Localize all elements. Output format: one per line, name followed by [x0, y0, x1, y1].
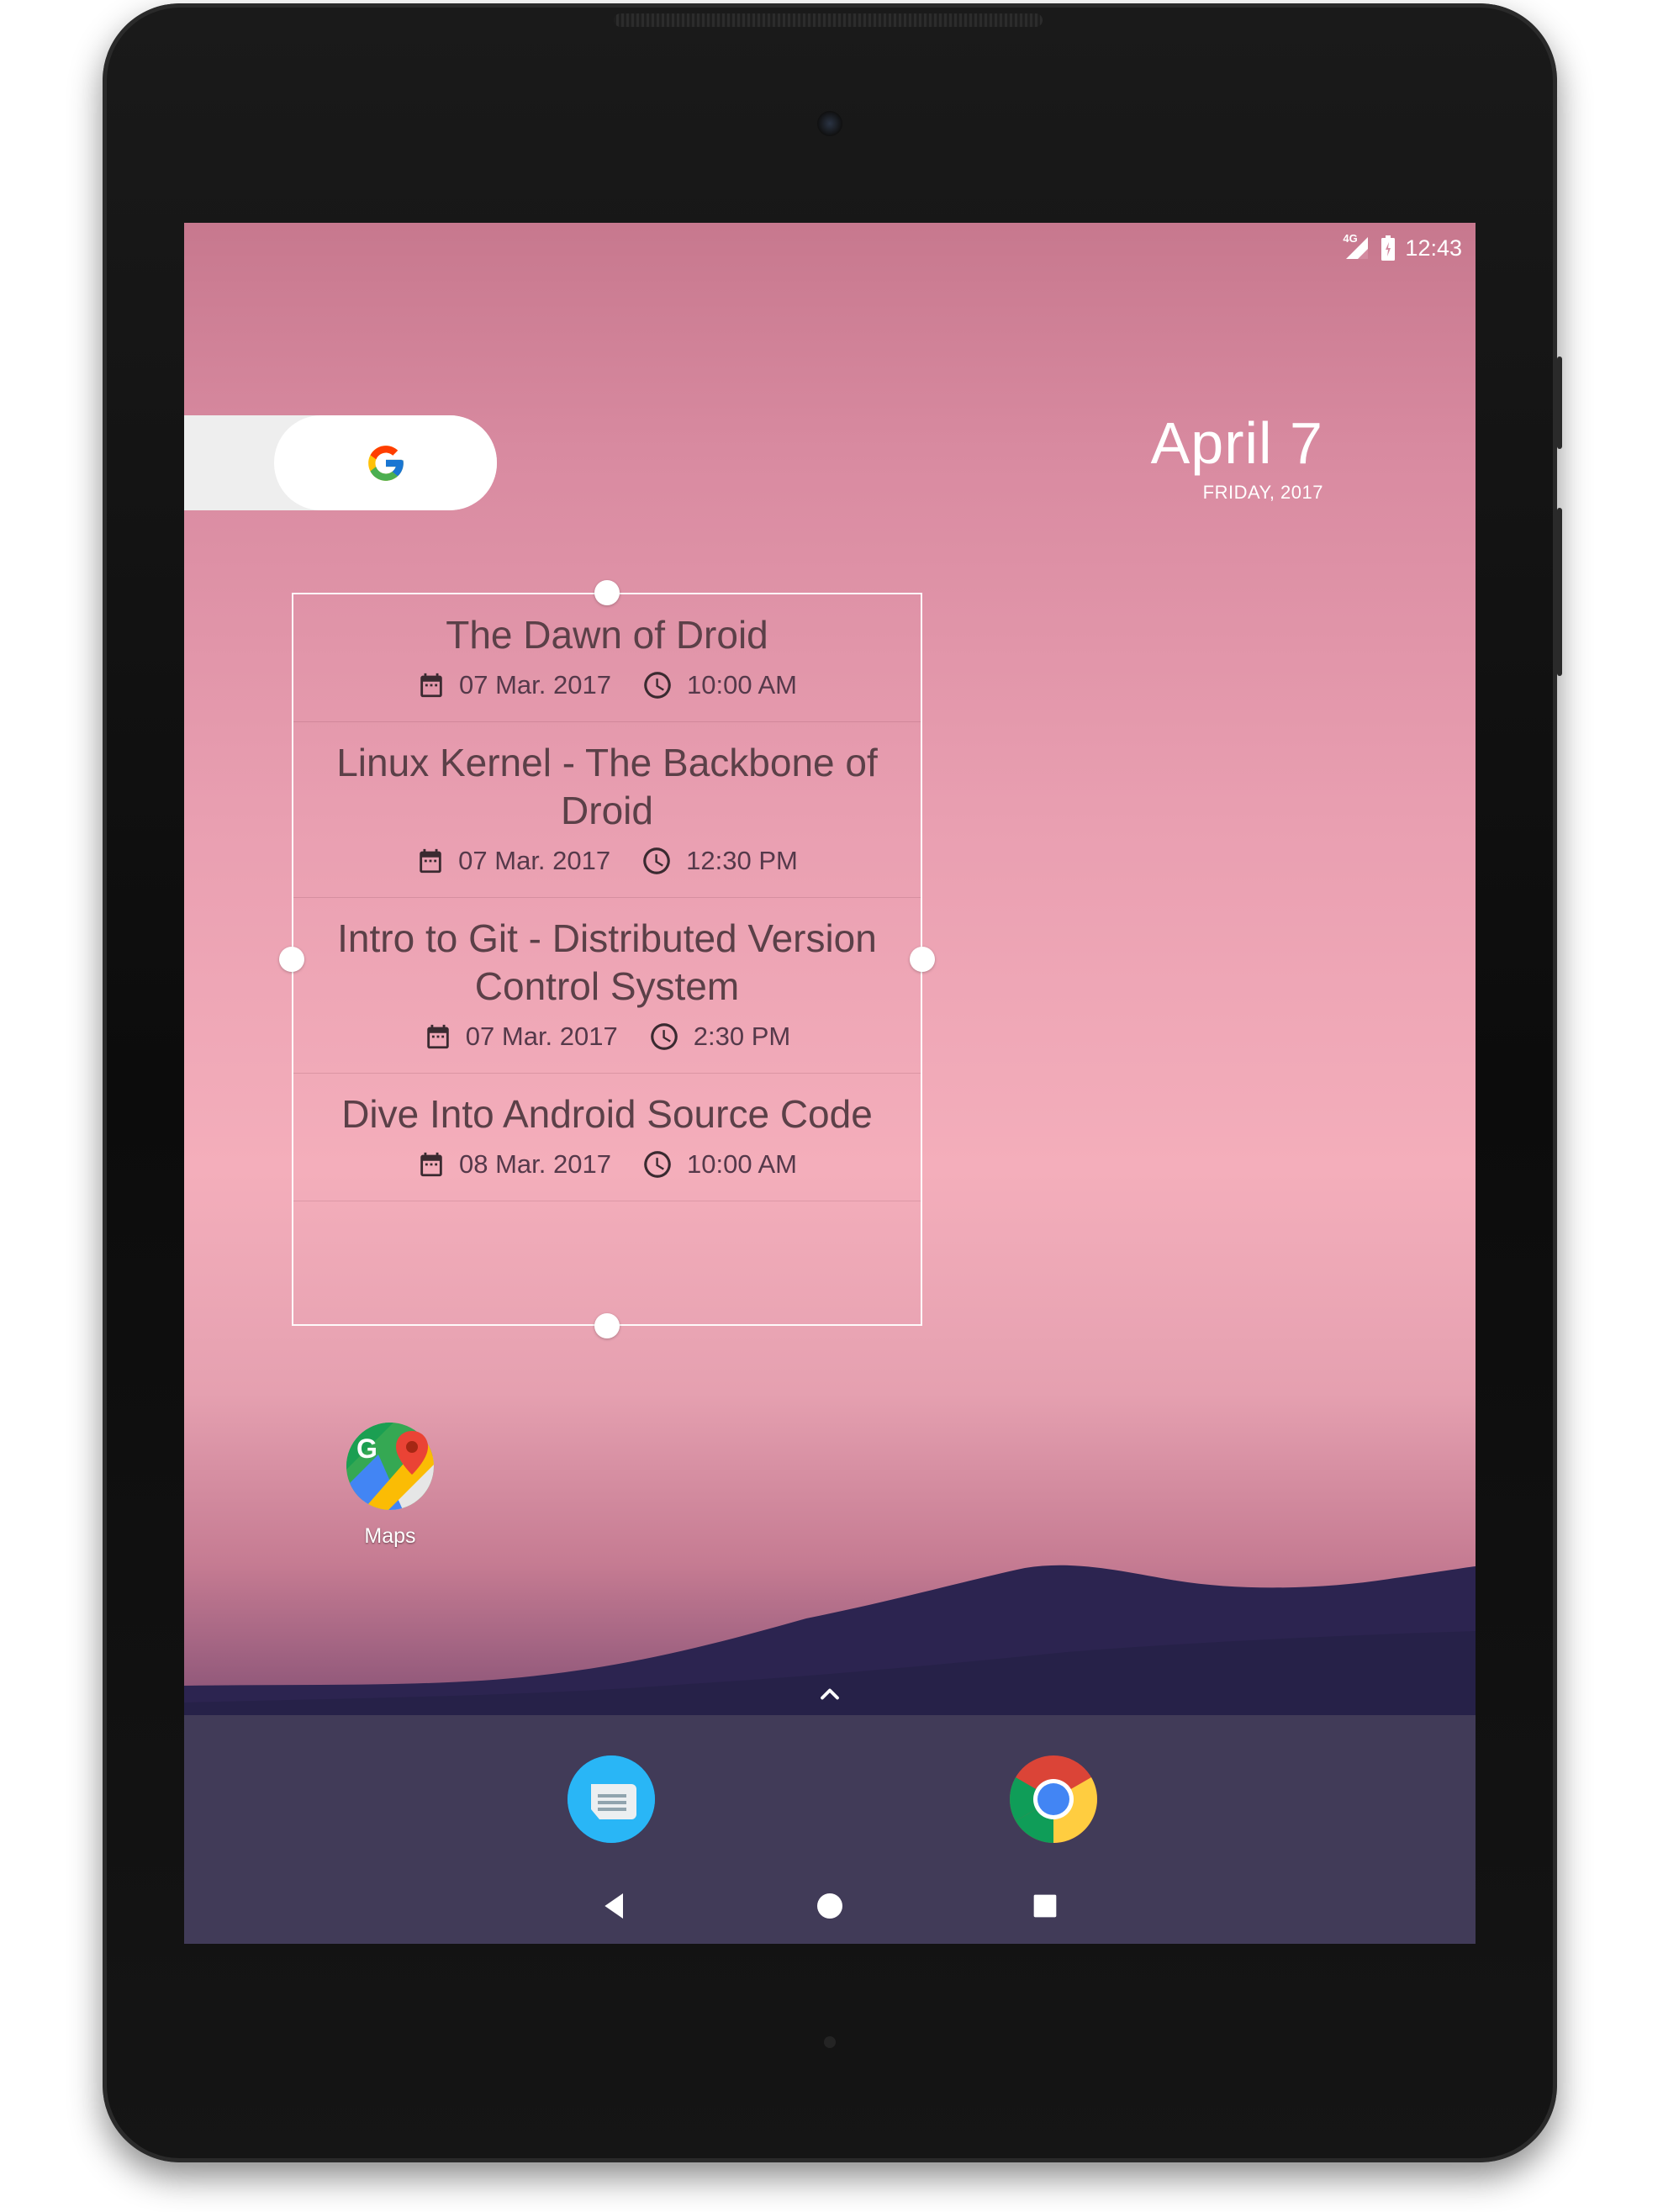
date-label: April 7 — [1150, 410, 1323, 476]
session-time: 10:00 AM — [641, 1148, 797, 1180]
clock-icon — [644, 1151, 671, 1178]
resize-handle-bottom[interactable] — [594, 1313, 620, 1338]
cell-signal-icon: 4G — [1343, 232, 1371, 261]
dock — [184, 1715, 1476, 1944]
google-icon — [367, 445, 404, 481]
clock-time: 12:43 — [1405, 235, 1462, 261]
chrome-app[interactable] — [1008, 1754, 1099, 1845]
clock-icon — [643, 847, 670, 874]
weekday-year-label: FRIDAY, 2017 — [1202, 482, 1323, 503]
network-type: 4G — [1343, 232, 1358, 245]
sensor-dot — [824, 2036, 836, 2048]
session-time: 12:30 PM — [641, 845, 798, 877]
resize-handle-left[interactable] — [279, 947, 304, 972]
schedule-widget[interactable]: The Dawn of Droid 07 Mar. 2017 10:00 AM … — [292, 593, 922, 1326]
session-time: 2:30 PM — [648, 1021, 790, 1053]
maps-app[interactable]: G Maps — [340, 1421, 441, 1549]
session-date: 07 Mar. 2017 — [417, 670, 611, 700]
clock-icon — [650, 1023, 678, 1050]
session-meta: 07 Mar. 2017 12:30 PM — [319, 845, 895, 877]
calendar-icon — [427, 1024, 449, 1049]
navigation-bar — [184, 1879, 1476, 1938]
svg-text:G: G — [356, 1433, 377, 1464]
calendar-icon — [420, 848, 441, 874]
front-camera — [817, 111, 842, 136]
recents-icon[interactable] — [1028, 1889, 1062, 1923]
session-title: The Dawn of Droid — [446, 613, 768, 657]
session-item[interactable]: Dive Into Android Source Code 08 Mar. 20… — [293, 1074, 921, 1201]
messages-app[interactable] — [566, 1754, 657, 1845]
resize-handle-top[interactable] — [594, 580, 620, 605]
session-title: Linux Kernel - The Backbone of Droid — [336, 741, 878, 832]
date-widget[interactable]: April 7 FRIDAY, 2017 — [1151, 408, 1323, 504]
session-item[interactable]: The Dawn of Droid 07 Mar. 2017 10:00 AM — [293, 594, 921, 722]
chevron-up-icon[interactable] — [815, 1679, 845, 1709]
session-item[interactable]: Linux Kernel - The Backbone of Droid 07 … — [293, 722, 921, 898]
session-time: 10:00 AM — [641, 669, 797, 701]
power-button — [1557, 356, 1562, 449]
back-icon[interactable] — [598, 1889, 631, 1923]
clock-icon — [644, 672, 671, 699]
battery-icon — [1381, 235, 1396, 261]
app-label: Maps — [364, 1524, 416, 1548]
session-meta: 07 Mar. 2017 10:00 AM — [319, 669, 895, 701]
calendar-icon — [420, 1152, 442, 1177]
status-bar: 4G 12:43 — [1343, 231, 1462, 265]
speaker-grille — [614, 13, 1043, 27]
session-title: Dive Into Android Source Code — [341, 1092, 873, 1136]
home-screen: 4G 12:43 April 7 FRIDAY, 2017 The Dawn o… — [184, 223, 1476, 1944]
session-title: Intro to Git - Distributed Version Contr… — [337, 916, 877, 1008]
chrome-icon — [1010, 1755, 1097, 1843]
session-date: 08 Mar. 2017 — [417, 1149, 611, 1180]
session-meta: 07 Mar. 2017 2:30 PM — [319, 1021, 895, 1053]
session-date: 07 Mar. 2017 — [416, 846, 610, 876]
session-date: 07 Mar. 2017 — [424, 1022, 618, 1052]
messages-icon — [568, 1755, 655, 1843]
calendar-icon — [420, 673, 442, 698]
volume-button — [1557, 508, 1562, 676]
session-item[interactable]: Intro to Git - Distributed Version Contr… — [293, 898, 921, 1074]
maps-icon: G — [346, 1423, 434, 1510]
resize-handle-right[interactable] — [910, 947, 935, 972]
session-meta: 08 Mar. 2017 10:00 AM — [319, 1148, 895, 1180]
home-icon[interactable] — [813, 1889, 847, 1923]
google-search-button[interactable] — [274, 415, 497, 510]
